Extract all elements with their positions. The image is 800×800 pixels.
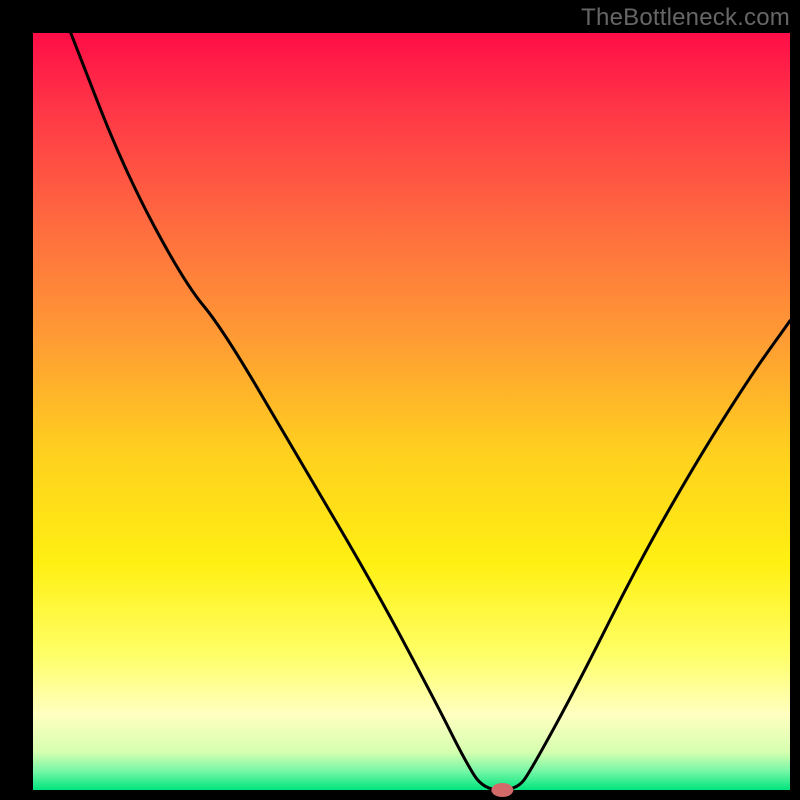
- chart-background: [33, 33, 790, 790]
- chart-container: TheBottleneck.com: [0, 0, 800, 800]
- bottleneck-chart: [0, 0, 800, 800]
- watermark-text: TheBottleneck.com: [581, 4, 790, 32]
- optimum-marker: [491, 783, 513, 797]
